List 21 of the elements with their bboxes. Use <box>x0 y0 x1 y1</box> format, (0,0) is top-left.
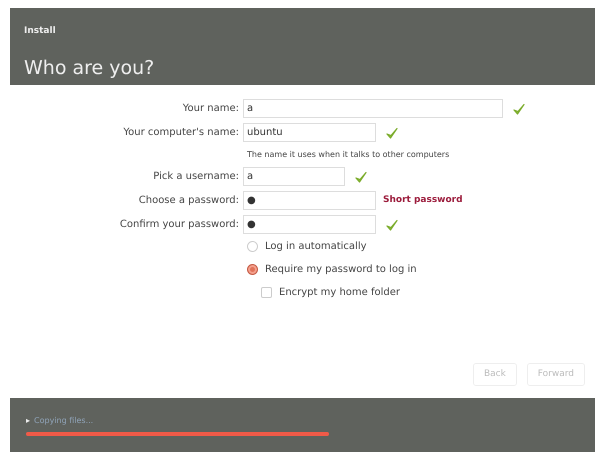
expander-arrow[interactable]: ▸ <box>26 415 30 427</box>
radio-button[interactable] <box>247 264 258 275</box>
field-label: Choose a password: <box>138 194 240 208</box>
warning-text: Short password <box>383 194 463 207</box>
option-label: Log in automatically <box>265 240 367 254</box>
checkbox[interactable] <box>261 287 272 298</box>
field-label: Pick a username: <box>152 170 240 184</box>
option-label: Encrypt my home folder <box>279 286 400 300</box>
input-field[interactable]: a <box>243 99 503 118</box>
field-label: Confirm your password: <box>118 218 240 232</box>
input-field[interactable]: ubuntu <box>243 123 376 142</box>
input-field[interactable]: a <box>243 167 345 186</box>
field-label: Your computer's name: <box>122 126 240 140</box>
field-label: Your name: <box>182 102 240 116</box>
window-title: Install <box>24 25 56 38</box>
page-heading: Who are you? <box>24 56 154 81</box>
input-field[interactable]: ● <box>243 191 376 210</box>
input-field[interactable]: ● <box>243 215 376 234</box>
option-label: Require my password to log in <box>265 263 417 277</box>
hint-text: The name it uses when it talks to other computers <box>247 149 450 161</box>
radio-button[interactable] <box>247 241 258 252</box>
